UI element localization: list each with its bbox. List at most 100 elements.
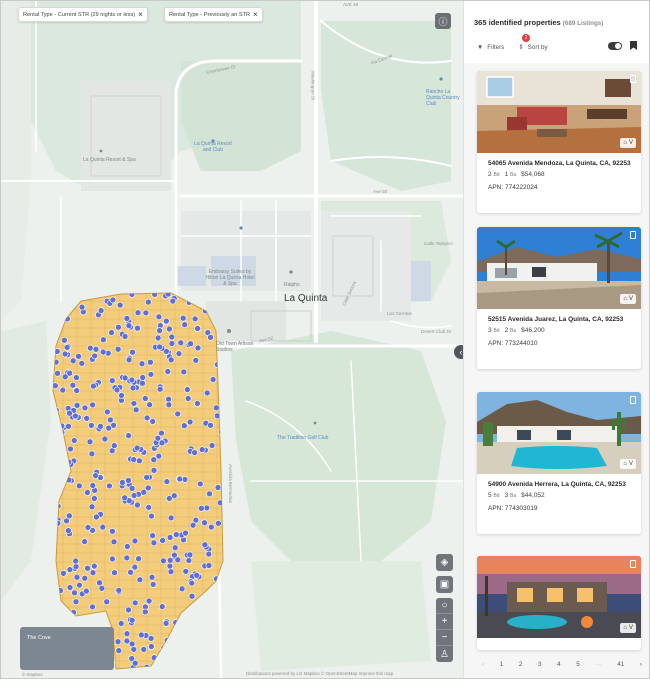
property-marker[interactable] [197,480,204,488]
property-marker[interactable] [72,598,80,606]
property-marker[interactable] [125,432,132,439]
property-marker[interactable] [65,422,72,430]
collapse-panel-button[interactable]: ‹ [454,345,463,359]
property-marker[interactable] [111,442,118,449]
property-marker[interactable] [166,534,174,541]
property-marker[interactable] [150,539,158,547]
property-marker[interactable] [155,313,163,321]
property-marker[interactable] [67,445,74,453]
page-last[interactable]: 41 [617,661,624,668]
property-marker[interactable] [192,357,200,364]
property-marker[interactable] [155,452,163,460]
property-marker[interactable] [128,484,136,492]
property-marker[interactable] [88,450,96,458]
property-marker[interactable] [194,325,201,332]
property-marker[interactable] [131,563,139,571]
property-marker[interactable] [89,569,97,577]
property-marker[interactable] [72,557,79,565]
property-marker[interactable] [194,400,201,407]
property-marker[interactable] [72,412,79,420]
property-marker[interactable] [146,401,153,409]
property-marker[interactable] [180,368,188,376]
property-marker[interactable] [73,401,81,409]
property-marker[interactable] [66,584,74,591]
property-marker[interactable] [198,446,206,453]
property-marker[interactable] [106,482,113,490]
property-marker[interactable] [166,325,173,333]
property-marker[interactable] [132,406,140,414]
property-marker[interactable] [109,527,116,535]
property-marker[interactable] [166,562,174,570]
property-marker[interactable] [61,373,69,381]
property-marker[interactable] [136,576,144,584]
property-marker[interactable] [92,345,100,353]
property-marker[interactable] [188,579,196,587]
property-marker[interactable] [123,554,131,562]
property-marker[interactable] [198,504,205,512]
property-marker[interactable] [108,329,115,336]
prev-page-button[interactable]: ‹ [482,661,484,668]
property-marker[interactable] [131,537,139,545]
property-marker[interactable] [184,395,192,402]
property-marker[interactable] [129,348,136,356]
property-marker[interactable] [142,395,149,402]
property-marker[interactable] [121,374,129,382]
property-marker[interactable] [73,387,80,394]
map-view[interactable]: Rental Type - Current STR (29 nights or … [1,1,463,679]
property-marker[interactable] [118,392,125,399]
property-marker[interactable] [163,317,170,325]
property-marker[interactable] [186,418,194,426]
property-marker[interactable] [59,386,67,394]
property-marker[interactable] [96,579,103,587]
property-marker[interactable] [99,348,107,356]
property-marker[interactable] [158,439,166,447]
property-marker[interactable] [184,386,191,393]
property-marker[interactable] [142,309,150,317]
property-address[interactable]: 54900 Avenida Herrera, La Quinta, CA, 92… [488,480,631,490]
property-marker[interactable] [143,414,151,422]
property-photo[interactable]: ⌂ V [477,71,641,153]
page-4[interactable]: 4 [557,661,561,668]
property-marker[interactable] [125,356,133,364]
property-marker[interactable] [165,395,172,403]
property-marker[interactable] [54,369,61,377]
close-icon[interactable]: × [138,10,143,19]
property-marker[interactable] [114,345,122,353]
map-canvas[interactable] [1,1,463,679]
property-marker[interactable] [147,358,154,366]
property-marker[interactable] [111,569,118,577]
property-marker[interactable] [149,581,157,588]
property-marker[interactable] [188,592,196,600]
property-marker[interactable] [72,563,80,570]
page-3[interactable]: 3 [538,661,542,668]
property-marker[interactable] [178,585,186,593]
property-marker[interactable] [166,495,173,502]
property-photo[interactable]: ⌂ V [477,227,641,309]
property-photo[interactable]: ⌂ V [477,556,641,638]
property-marker[interactable] [169,297,177,305]
property-marker[interactable] [154,334,162,342]
property-marker[interactable] [145,484,152,492]
property-marker[interactable] [167,356,175,364]
bookmark-icon[interactable] [630,396,636,404]
property-marker[interactable] [171,544,179,552]
filter-chip-current-str[interactable]: Rental Type - Current STR (29 nights or … [18,7,148,22]
property-marker[interactable] [134,501,141,509]
property-marker[interactable] [168,333,176,341]
bookmark-icon[interactable] [630,75,636,83]
property-marker[interactable] [110,538,118,546]
property-marker[interactable] [134,309,142,317]
property-marker[interactable] [103,598,110,606]
property-marker[interactable] [92,472,99,479]
property-marker[interactable] [194,344,202,352]
property-marker[interactable] [138,631,145,639]
property-marker[interactable] [125,606,132,614]
property-marker[interactable] [208,523,215,531]
property-marker[interactable] [208,442,216,449]
property-marker[interactable] [109,555,116,563]
property-marker[interactable] [177,339,185,347]
property-marker[interactable] [105,424,112,432]
property-marker[interactable] [203,504,211,512]
property-marker[interactable] [81,538,88,545]
property-marker[interactable] [98,584,106,592]
